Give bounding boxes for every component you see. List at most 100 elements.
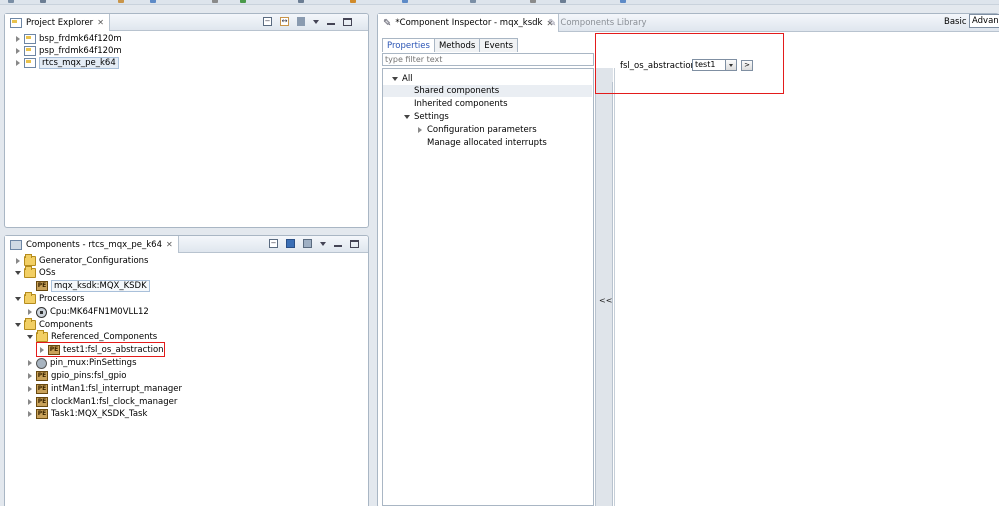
expand-chevron-right-icon[interactable]	[26, 373, 33, 380]
highlight-box	[36, 342, 165, 357]
close-icon[interactable]: ✕	[97, 18, 104, 27]
folder-icon	[24, 292, 36, 304]
tree-item-inherited-components[interactable]: Inherited components	[414, 98, 508, 110]
tab-label: Project Explorer	[26, 17, 94, 28]
view-menu-chevron-down-icon[interactable]	[313, 19, 319, 24]
tree-item-cpu[interactable]: Cpu:MK64FN1M0VLL12	[26, 306, 149, 318]
collapse-chevron-down-icon[interactable]	[14, 296, 21, 303]
tree-item-manage-interrupts[interactable]: Manage allocated interrupts	[427, 137, 547, 149]
tree-item-label: Components	[39, 320, 93, 330]
folder-icon	[24, 266, 36, 278]
tree-item-folder[interactable]: Processors	[14, 292, 85, 305]
tree-item-folder[interactable]: OSs	[14, 266, 56, 279]
tab-components-library[interactable]: ✎ Components Library	[544, 14, 651, 32]
tree-item-label: Configuration parameters	[427, 125, 537, 135]
expand-chevron-right-icon[interactable]	[26, 309, 33, 316]
toolbar-icon[interactable]	[150, 0, 156, 3]
editor-tab-bar: ✎ *Component Inspector - mqx_ksdk ✕ ✎ Co…	[378, 14, 999, 32]
link-with-editor-icon[interactable]: ↔	[280, 17, 289, 26]
tree-item-label: Inherited components	[414, 99, 508, 109]
pe-component-icon: PE	[36, 281, 48, 291]
expand-chevron-right-icon[interactable]	[14, 36, 21, 43]
expand-chevron-right-icon[interactable]	[14, 48, 21, 55]
collapse-button[interactable]: <<	[599, 296, 612, 305]
view-menu-chevron-down-icon[interactable]	[320, 241, 326, 246]
minimize-icon[interactable]	[334, 244, 342, 247]
toolbar-icon[interactable]	[620, 0, 626, 3]
collapse-all-icon[interactable]: −	[269, 239, 278, 248]
tree-item-label: bsp_frdmk64f120m	[39, 34, 122, 44]
tree-item-label: Processors	[39, 294, 85, 304]
toolbar-icon[interactable]	[240, 0, 246, 3]
tab-components[interactable]: Components - rtcs_mqx_pe_k64 ✕	[5, 236, 179, 253]
tree-item-folder[interactable]: Components	[14, 318, 93, 331]
collapse-chevron-down-icon[interactable]	[14, 270, 21, 277]
expand-chevron-right-icon[interactable]	[14, 60, 21, 67]
mode-select[interactable]: Advanced	[969, 14, 999, 28]
expand-chevron-right-icon[interactable]	[26, 360, 33, 367]
tree-item-component[interactable]: PE gpio_pins:fsl_gpio	[26, 370, 126, 382]
tree-item-component[interactable]: PE intMan1:fsl_interrupt_manager	[26, 383, 182, 395]
expand-chevron-right-icon[interactable]	[26, 386, 33, 393]
tree-item-label: Manage allocated interrupts	[427, 138, 547, 148]
tree-item-label: Settings	[414, 112, 449, 122]
expand-chevron-right-icon[interactable]	[26, 411, 33, 418]
collapse-chevron-down-icon[interactable]	[26, 334, 33, 341]
tab-properties[interactable]: Properties	[382, 38, 435, 52]
toolbar-icon[interactable]	[402, 0, 408, 3]
toolbar-icon[interactable]	[118, 0, 124, 3]
pe-component-icon: PE	[36, 409, 48, 419]
tab-project-explorer[interactable]: Project Explorer ✕	[5, 14, 110, 31]
minimize-icon[interactable]	[327, 22, 335, 25]
maximize-icon[interactable]	[343, 17, 352, 26]
tree-item-label: pin_mux:PinSettings	[50, 358, 137, 368]
filter-input[interactable]	[382, 53, 594, 66]
tree-item-project[interactable]: psp_frdmk64f120m	[14, 45, 122, 57]
tree-item-shared-components[interactable]: Shared components	[383, 85, 592, 97]
pe-component-icon: PE	[36, 371, 48, 381]
tree-item-all[interactable]: All	[391, 73, 413, 85]
tree-item-label: Cpu:MK64FN1M0VLL12	[50, 307, 149, 317]
toolbar-icon[interactable]	[8, 0, 14, 3]
project-explorer-view: Project Explorer ✕ − ↔ bsp_frdmk64f120m …	[4, 13, 369, 228]
collapse-chevron-down-icon[interactable]	[403, 114, 410, 121]
tree-item-label: All	[402, 74, 413, 84]
toolbar-icon[interactable]	[212, 0, 218, 3]
folder-icon[interactable]	[286, 239, 295, 248]
pe-component-icon: PE	[36, 384, 48, 394]
expand-chevron-right-icon[interactable]	[416, 127, 423, 134]
toolbar-icon[interactable]	[350, 0, 356, 3]
tree-item-label: Shared components	[414, 86, 500, 96]
collapse-all-icon[interactable]: −	[263, 17, 272, 26]
settings-tree: All Shared components Inherited componen…	[382, 68, 594, 506]
tree-item-component[interactable]: PE clockMan1:fsl_clock_manager	[26, 396, 177, 408]
tree-item-project-selected[interactable]: rtcs_mqx_pe_k64	[14, 57, 119, 69]
tree-item-project[interactable]: bsp_frdmk64f120m	[14, 33, 122, 45]
toolbar-icon[interactable]	[40, 0, 46, 3]
tree-item-label: gpio_pins:fsl_gpio	[51, 371, 127, 381]
tree-item-folder[interactable]: Generator_Configurations	[14, 254, 149, 267]
filter-icon[interactable]	[303, 239, 312, 248]
filter-icon[interactable]	[297, 17, 305, 26]
collapse-chevron-down-icon[interactable]	[14, 322, 21, 329]
tree-item-configuration-parameters[interactable]: Configuration parameters	[416, 124, 537, 136]
toolbar-icon[interactable]	[560, 0, 566, 3]
collapse-panel-bar[interactable]: <<	[595, 82, 613, 506]
tab-methods[interactable]: Methods	[433, 38, 481, 52]
maximize-icon[interactable]	[350, 239, 359, 248]
tree-item-settings[interactable]: Settings	[403, 111, 449, 123]
expand-chevron-right-icon[interactable]	[14, 258, 21, 265]
toolbar-icon[interactable]	[470, 0, 476, 3]
close-icon[interactable]: ✕	[166, 240, 173, 249]
components-view: Components - rtcs_mqx_pe_k64 ✕ − Generat…	[4, 235, 369, 506]
tree-item-component[interactable]: PE Task1:MQX_KSDK_Task	[26, 408, 147, 420]
toolbar-icon[interactable]	[530, 0, 536, 3]
tab-component-inspector[interactable]: ✎ *Component Inspector - mqx_ksdk ✕	[378, 14, 560, 32]
tab-events[interactable]: Events	[479, 38, 519, 52]
tree-item-component[interactable]: PE mqx_ksdk:MQX_KSDK	[26, 280, 150, 292]
project-explorer-tab-bar: Project Explorer ✕ − ↔	[5, 14, 368, 31]
collapse-chevron-down-icon[interactable]	[391, 76, 398, 83]
expand-chevron-right-icon[interactable]	[26, 399, 33, 406]
toolbar-icon[interactable]	[298, 0, 304, 3]
tree-item-component[interactable]: pin_mux:PinSettings	[26, 357, 137, 369]
